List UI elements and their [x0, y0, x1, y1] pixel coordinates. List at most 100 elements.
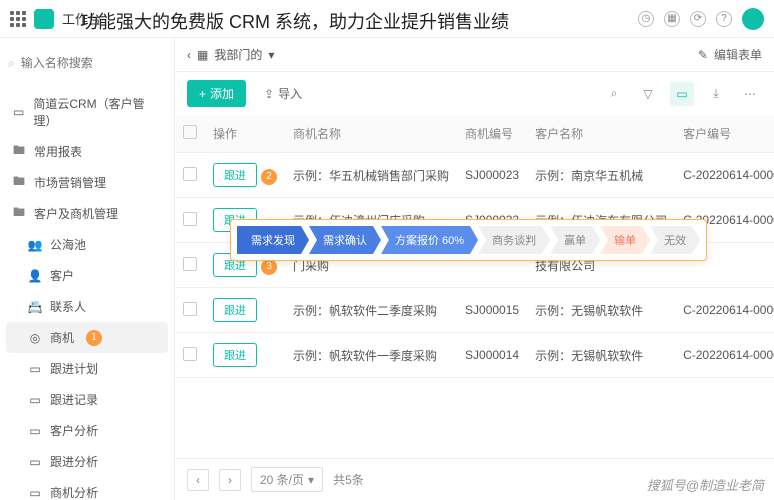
- cell-code: SJ000014: [457, 333, 527, 378]
- cell-cust: 示例：南京华五机械: [527, 153, 675, 198]
- stage-0[interactable]: 需求发现: [237, 226, 309, 254]
- app-header: 工作台 ◷ ▦ ⟳ ?: [0, 0, 774, 38]
- col-header: 客户名称: [527, 115, 675, 153]
- form-icon: ▦: [197, 48, 208, 62]
- sidebar-item-label: 公海池: [50, 236, 86, 253]
- select-all-checkbox[interactable]: [183, 125, 197, 139]
- edit-icon: ✎: [698, 48, 708, 62]
- item-icon: ▭: [28, 486, 42, 500]
- calendar-icon[interactable]: ▦: [664, 11, 680, 27]
- sidebar-item-1[interactable]: 🖿 常用报表: [0, 136, 174, 167]
- stage-6[interactable]: 无效: [650, 226, 700, 254]
- folder-icon: 🖿: [12, 145, 26, 159]
- sidebar-item-10[interactable]: ▭客户分析: [0, 415, 174, 446]
- sidebar-item-9[interactable]: ▭ 跟进记录: [0, 384, 174, 415]
- item-icon: ▭: [28, 362, 42, 376]
- follow-button[interactable]: 跟进: [213, 163, 257, 187]
- cell-cust: 示例：无锡帆软软件: [527, 288, 675, 333]
- sidebar-item-label: 联系人: [50, 298, 86, 315]
- stage-3[interactable]: 商务谈判: [478, 226, 550, 254]
- workspace-title: 工作台: [62, 9, 101, 28]
- sidebar-item-label: 简道云CRM（客户管理）: [33, 95, 162, 129]
- sidebar-item-6[interactable]: 📇 联系人: [0, 291, 174, 322]
- sidebar-item-label: 跟进记录: [50, 391, 98, 408]
- item-icon: ▭: [12, 105, 25, 119]
- sidebar-item-5[interactable]: 👤客户: [0, 260, 174, 291]
- page-prev-button[interactable]: ‹: [187, 469, 209, 491]
- follow-button[interactable]: 跟进: [213, 298, 257, 322]
- row-checkbox[interactable]: [183, 302, 197, 316]
- sidebar-item-4[interactable]: 👥 公海池: [0, 229, 174, 260]
- search-icon: ⌕: [8, 56, 15, 71]
- export-icon[interactable]: ⤓: [704, 82, 728, 106]
- sidebar-item-label: 商机分析: [50, 484, 98, 500]
- col-header: 客户编号: [675, 115, 774, 153]
- sidebar-item-label: 客户分析: [50, 422, 98, 439]
- comment-icon[interactable]: ▭: [670, 82, 694, 106]
- search-tool-icon[interactable]: ⌕: [602, 82, 626, 106]
- cell-name: 示例：帆软软件二季度采购: [285, 288, 457, 333]
- apps-grid-icon[interactable]: [10, 11, 26, 27]
- stage-5[interactable]: 输单: [600, 226, 650, 254]
- edit-form-link[interactable]: 编辑表单: [714, 46, 762, 63]
- sidebar-item-12[interactable]: ▭ 商机分析: [0, 477, 174, 500]
- app-logo: [34, 9, 54, 29]
- help-icon[interactable]: ?: [716, 11, 732, 27]
- cell-name: 示例：华五机械销售部门采购: [285, 153, 457, 198]
- row-checkbox[interactable]: [183, 257, 197, 271]
- row-checkbox[interactable]: [183, 347, 197, 361]
- item-icon: 👥: [28, 238, 42, 252]
- sidebar-item-label: 客户及商机管理: [34, 205, 118, 222]
- item-icon: 📇: [28, 300, 42, 314]
- cell-code: SJ000023: [457, 153, 527, 198]
- row-checkbox[interactable]: [183, 212, 197, 226]
- refresh-icon[interactable]: ⟳: [690, 11, 706, 27]
- folder-icon: 🖿: [12, 207, 26, 221]
- row-badge: 2: [261, 169, 277, 185]
- filter-icon[interactable]: ▽: [636, 82, 660, 106]
- sidebar-item-label: 跟进分析: [50, 453, 98, 470]
- cell-name: 示例：帆软软件一季度采购: [285, 333, 457, 378]
- sidebar-item-label: 市场营销管理: [34, 174, 106, 191]
- sidebar-item-label: 常用报表: [34, 143, 82, 160]
- watermark: 搜狐号@制造业老简: [647, 475, 764, 494]
- clock-icon[interactable]: ◷: [638, 11, 654, 27]
- page-size-select[interactable]: 20 条/页▾: [251, 467, 323, 492]
- item-icon: 👤: [28, 269, 42, 283]
- stage-2[interactable]: 方案报价 60%: [381, 226, 478, 254]
- sidebar-item-8[interactable]: ▭ 跟进计划: [0, 353, 174, 384]
- item-icon: ▭: [28, 393, 42, 407]
- more-icon[interactable]: ⋯: [738, 82, 762, 106]
- follow-button[interactable]: 跟进: [213, 343, 257, 367]
- sidebar-item-label: 跟进计划: [50, 360, 98, 377]
- cell-cust: 示例：无锡帆软软件: [527, 333, 675, 378]
- folder-icon: 🖿: [12, 176, 26, 190]
- sidebar-item-11[interactable]: ▭跟进分析: [0, 446, 174, 477]
- row-checkbox[interactable]: [183, 167, 197, 181]
- sidebar: ⌕ +新建 ▭简道云CRM（客户管理）🖿常用报表🖿市场营销管理🖿客户及商机管理👥…: [0, 38, 175, 500]
- chevron-down-icon: ▾: [268, 48, 274, 62]
- cell-code: SJ000015: [457, 288, 527, 333]
- back-icon[interactable]: ‹: [187, 48, 191, 62]
- user-avatar[interactable]: [742, 8, 764, 30]
- table-row[interactable]: 跟进示例：帆软软件一季度采购SJ000014示例：无锡帆软软件C-2022061…: [175, 333, 774, 378]
- sidebar-item-0[interactable]: ▭ 简道云CRM（客户管理）: [0, 88, 174, 136]
- col-header: [175, 115, 205, 153]
- sidebar-item-2[interactable]: 🖿 市场营销管理: [0, 167, 174, 198]
- page-total: 共5条: [333, 471, 364, 488]
- table-row[interactable]: 跟进 示例：帆软软件二季度采购SJ000015示例：无锡帆软软件C-2022061…: [175, 288, 774, 333]
- sidebar-item-3[interactable]: 🖿 客户及商机管理: [0, 198, 174, 229]
- page-next-button[interactable]: ›: [219, 469, 241, 491]
- table-row[interactable]: 跟进2 示例：华五机械销售部门采购SJ000023示例：南京华五机械C-20220…: [175, 153, 774, 198]
- stage-4[interactable]: 赢单: [550, 226, 600, 254]
- item-icon: ◎: [28, 331, 42, 345]
- stage-popover: 需求发现需求确认方案报价 60%商务谈判赢单输单无效: [230, 219, 707, 261]
- sidebar-item-7[interactable]: ◎商机1: [6, 322, 168, 353]
- stage-1[interactable]: 需求确认: [309, 226, 381, 254]
- add-button[interactable]: +添加: [187, 80, 246, 107]
- breadcrumb[interactable]: ‹ ▦ 我部门的 ▾: [187, 46, 274, 63]
- cell-custcode: C-20220614-0000004: [675, 153, 774, 198]
- import-button[interactable]: ⇪导入: [256, 80, 310, 107]
- cell-custcode: C-20220614-0000011: [675, 288, 774, 333]
- sidebar-search-input[interactable]: [21, 56, 175, 70]
